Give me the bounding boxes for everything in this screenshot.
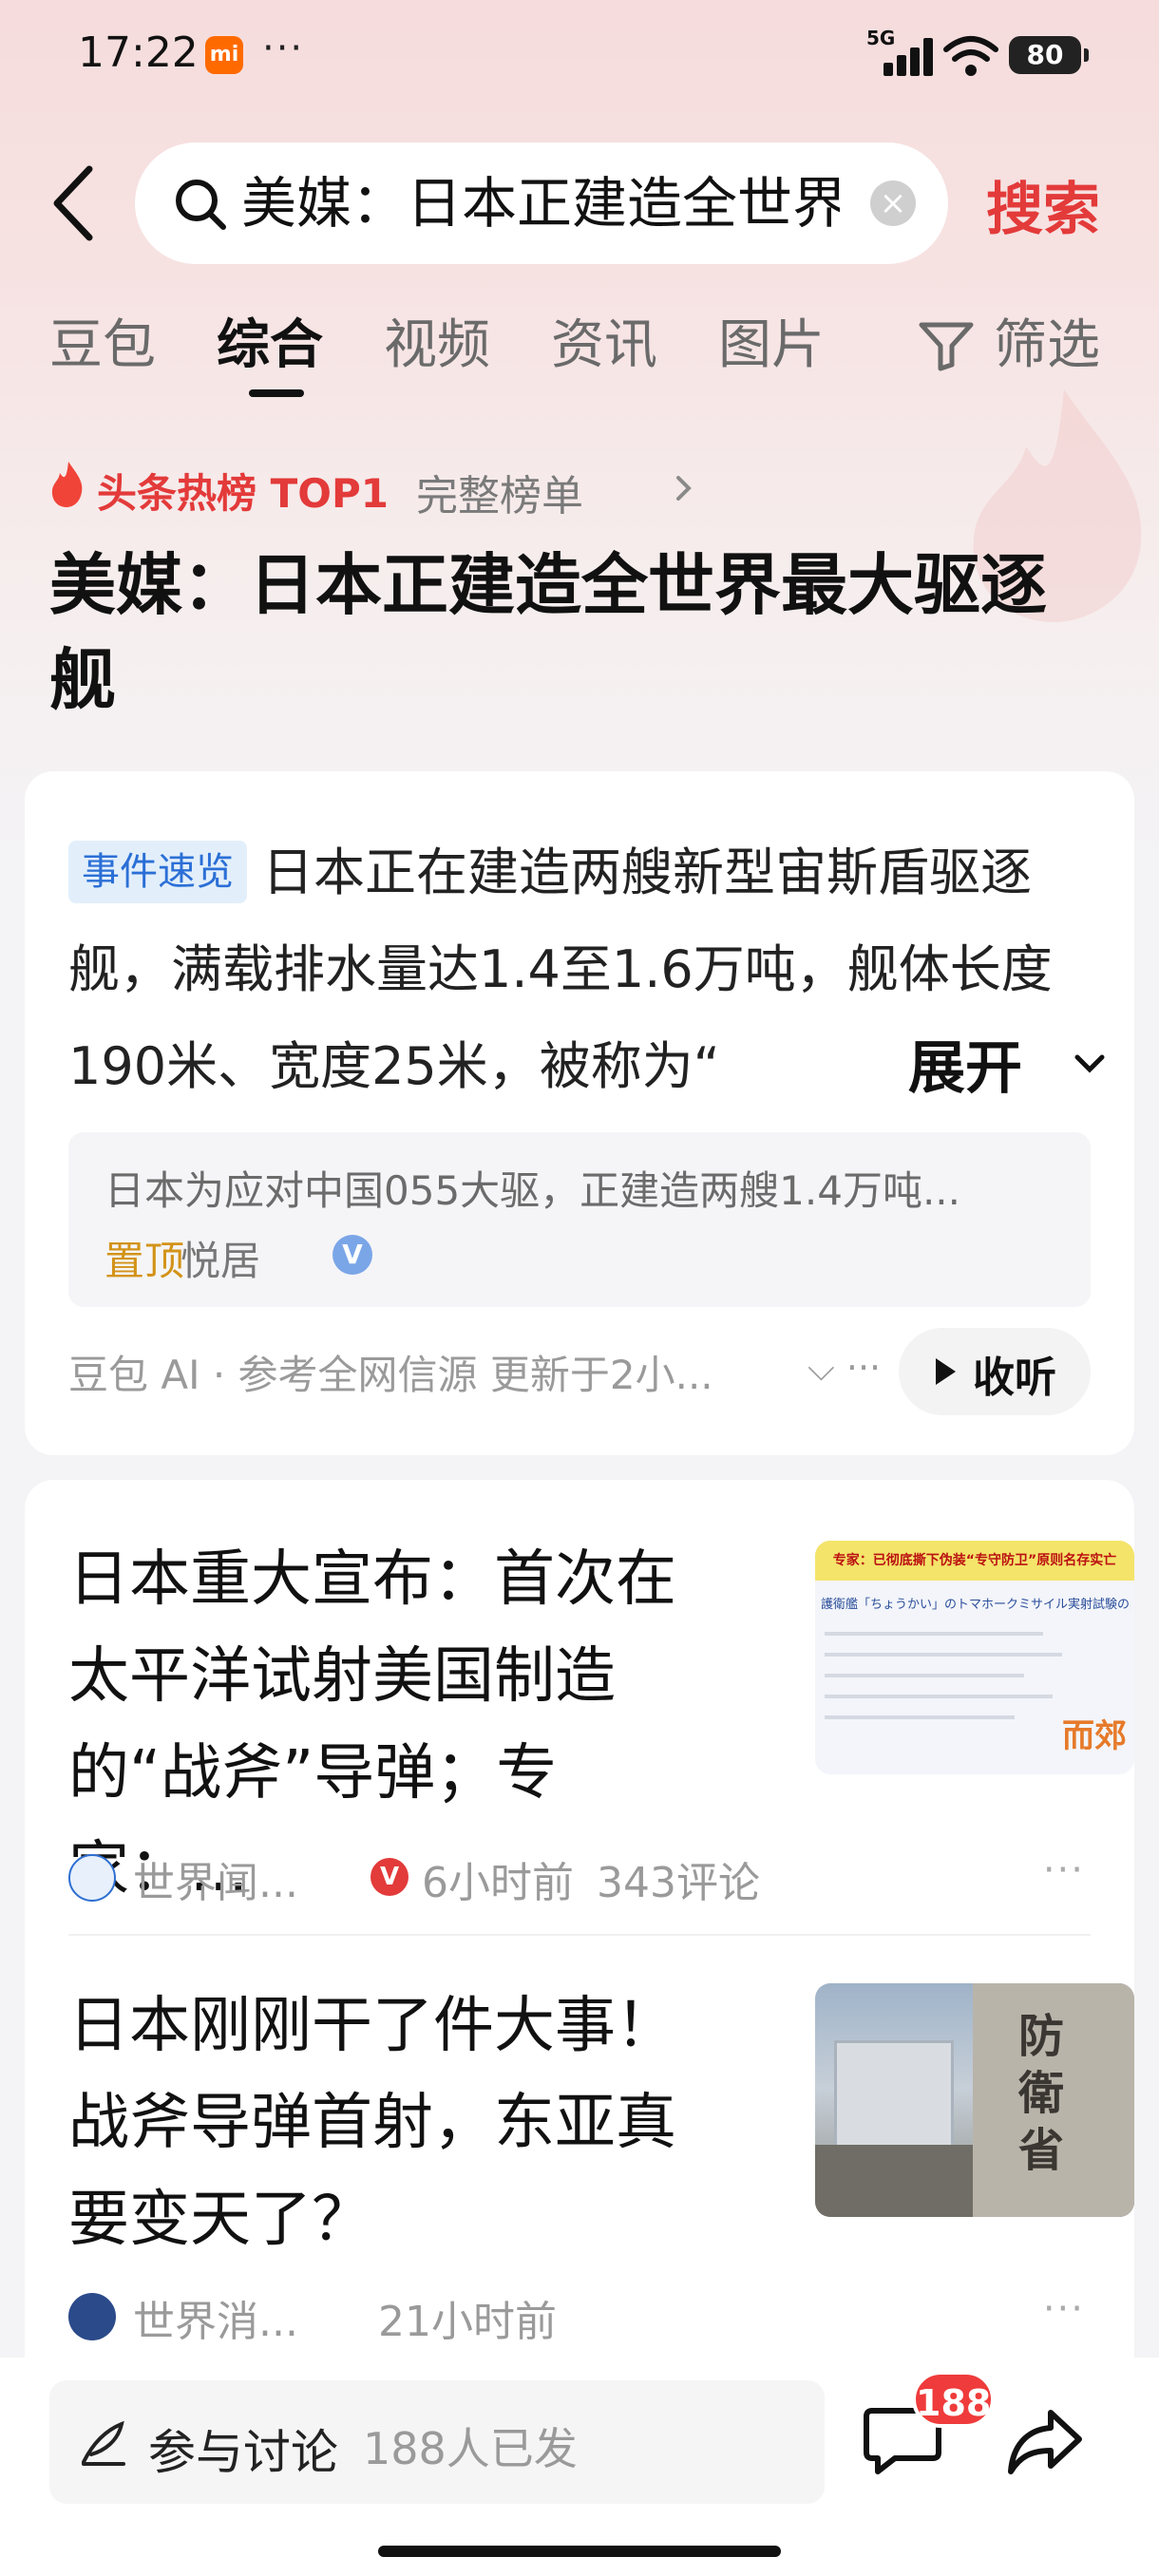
source-avatar (68, 2293, 116, 2340)
play-icon (936, 1358, 956, 1385)
active-tab-indicator (249, 389, 304, 397)
thumbnail-caption: 专家：已彻底撕下伪装“专守防卫”原则名存实亡 (815, 1541, 1134, 1581)
article-thumbnail[interactable]: 专家：已彻底撕下伪装“专守防卫”原则名存实亡 護衛艦「ちょうかい」のトマホークミ… (815, 1541, 1134, 1774)
discussion-label: 参与讨论 (148, 2425, 338, 2480)
article-source[interactable]: 世界闻... (133, 1848, 298, 1909)
more-options-icon[interactable]: ··· (1043, 2287, 1085, 2331)
source-avatar (68, 1854, 116, 1902)
tab-comprehensive[interactable]: 综合 (217, 302, 323, 379)
mi-notification-icon: mi (205, 36, 243, 74)
quote-author: 悦居 (180, 1238, 261, 1284)
home-indicator[interactable] (378, 2546, 781, 2557)
article-source[interactable]: 世界消... (133, 2287, 298, 2348)
quote-text: 日本为应对中国055大驱，正建造两艘1.4万吨... (104, 1167, 961, 1214)
list-item[interactable]: 日本刚刚干了件大事！战斧导弹首射，东亚真要变天了？ 防衛省 世界消... 21小… (68, 1978, 1134, 2386)
search-icon (176, 180, 226, 230)
search-button[interactable]: 搜索 (986, 163, 1100, 246)
search-input[interactable]: 美媒：日本正建造全世界最大驱逐舰 × (135, 142, 948, 264)
chevron-down-icon[interactable] (1074, 1052, 1106, 1075)
share-icon[interactable] (1007, 2407, 1083, 2475)
event-summary-badge: 事件速览 (68, 841, 247, 903)
search-query-text[interactable]: 美媒：日本正建造全世界最大驱逐舰 (241, 171, 840, 236)
wifi-icon (943, 36, 998, 76)
tab-images[interactable]: 图片 (718, 302, 825, 379)
status-bar: 17:22 mi ··· 5G 80 (0, 0, 1159, 104)
list-item[interactable]: 日本重大宣布：首次在太平洋试射美国制造的“战斧”导弹；专家：... 专家：已彻底… (68, 1531, 1134, 1940)
thumbnail-logo: 而郊 (1062, 1717, 1127, 1755)
more-notifications-icon: ··· (262, 27, 305, 70)
back-arrow-icon[interactable] (48, 163, 104, 243)
discussion-count: 188人已发 (363, 2423, 578, 2474)
verified-icon: V (370, 1858, 408, 1896)
event-summary-card: 事件速览 日本正在建造两艘新型宙斯盾驱逐舰，满载排水量达1.4至1.6万吨，舰体长… (25, 771, 1134, 1455)
thumbnail-subtitle: 護衛艦「ちょうかい」のトマホークミサイル実射試験の実施について (821, 1598, 1130, 1612)
article-list-card: 日本重大宣布：首次在太平洋试射美国制造的“战斧”导弹；专家：... 专家：已彻底… (25, 1480, 1134, 2449)
listen-button[interactable]: 收听 (899, 1328, 1091, 1415)
summary-source-line: 豆包 AI · 参考全网信源 更新于2小... (68, 1352, 713, 1398)
pinned-quote[interactable]: 日本为应对中国055大驱，正建造两艘1.4万吨... 置顶 悦居 V (68, 1132, 1091, 1307)
tab-filter[interactable]: 筛选 (994, 302, 1100, 379)
article-time: 21小时前 (378, 2298, 557, 2346)
pen-icon (82, 2420, 125, 2466)
filter-icon[interactable] (918, 319, 975, 372)
tab-doubao[interactable]: 豆包 (49, 302, 156, 379)
article-title[interactable]: 日本刚刚干了件大事！战斧导弹首射，东亚真要变天了？ (68, 1978, 733, 2268)
article-thumbnail[interactable]: 防衛省 (815, 1983, 1134, 2217)
tab-video[interactable]: 视频 (384, 302, 490, 379)
divider (68, 1934, 1091, 1936)
expand-button[interactable]: 展开 (908, 1022, 1022, 1105)
pinned-label: 置顶 (104, 1238, 185, 1284)
verified-icon: V (332, 1235, 372, 1275)
source-expand-icon[interactable]: ⌵ ··· (808, 1347, 881, 1390)
search-tabs: 豆包 综合 视频 资讯 图片 筛选 (0, 302, 1159, 388)
clear-icon[interactable]: × (870, 180, 916, 226)
topic-headline[interactable]: 美媒：日本正建造全世界最大驱逐舰 (49, 538, 1094, 728)
thumbnail-sign-text: 防衛省 (1017, 2010, 1064, 2177)
full-list-link[interactable]: 完整榜单 (416, 462, 583, 522)
battery-indicator: 80 (1009, 36, 1089, 74)
bottom-action-bar: 参与讨论 188人已发 188 (0, 2358, 1159, 2576)
status-time: 17:22 (78, 28, 199, 77)
hot-rank-label: 头条热榜 TOP1 (97, 470, 389, 517)
signal-icon (884, 36, 939, 76)
comment-count-badge: 188 (912, 2371, 996, 2428)
chevron-right-icon (676, 476, 692, 501)
tab-news[interactable]: 资讯 (551, 302, 657, 379)
listen-label: 收听 (973, 1354, 1056, 1402)
discussion-input[interactable]: 参与讨论 188人已发 (49, 2380, 825, 2504)
fire-icon (51, 462, 83, 507)
article-comments: 343评论 (597, 1859, 760, 1907)
hot-rank-row[interactable]: 头条热榜 TOP1 完整榜单 (48, 458, 712, 521)
more-options-icon[interactable]: ··· (1043, 1848, 1085, 1892)
article-time: 6小时前 (422, 1859, 574, 1907)
